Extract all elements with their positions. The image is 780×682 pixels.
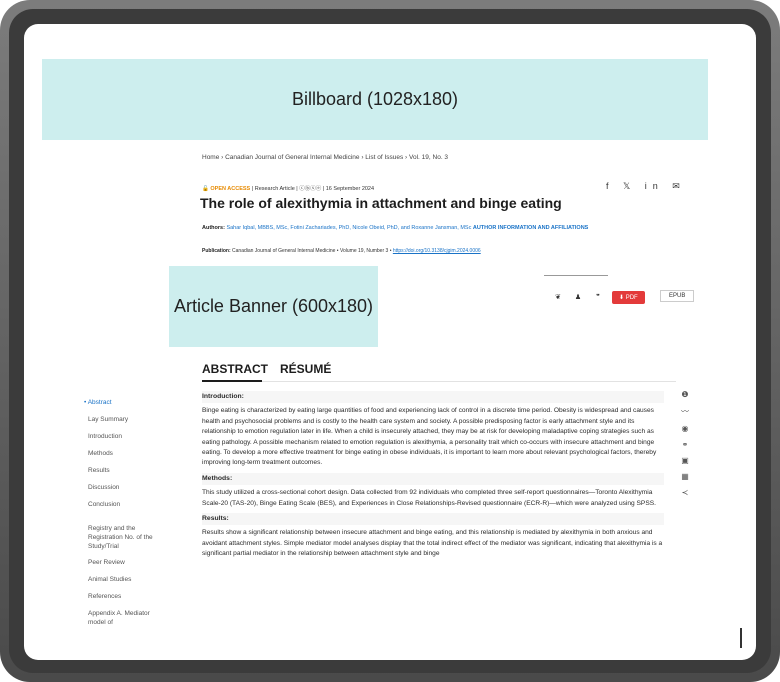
- nav-item-registry[interactable]: Registry and the Registration No. of the…: [88, 524, 169, 558]
- section-nav: • Abstract Lay Summary Introduction Meth…: [84, 398, 169, 626]
- share-icon[interactable]: ≺: [682, 488, 689, 497]
- nav-item-methods[interactable]: Methods: [88, 449, 169, 466]
- nav-item-lay-summary[interactable]: Lay Summary: [88, 415, 169, 432]
- doi-link[interactable]: https://doi.org/10.3138/cjgim.2024.0006: [393, 248, 481, 254]
- article-meta: 🔓 OPEN ACCESS | Research Article | ⓒⓑⓢⓔ …: [202, 184, 374, 192]
- share-icons[interactable]: f 𝕏 in ✉: [606, 181, 686, 192]
- authors-label: Authors:: [202, 225, 225, 231]
- article-toolbar: ❦ ♟ ❞ ⬇ PDF: [552, 290, 645, 304]
- tab-resume[interactable]: RÉSUMÉ: [280, 362, 331, 376]
- breadcrumb[interactable]: Home › Canadian Journal of General Inter…: [202, 154, 448, 161]
- results-text: Results show a significant relationship …: [202, 529, 663, 558]
- divider: [544, 275, 608, 276]
- article-banner-ad[interactable]: Article Banner (600x180): [169, 266, 378, 347]
- scrollbar[interactable]: [740, 628, 742, 648]
- publication-line: Publication: Canadian Journal of General…: [202, 248, 481, 254]
- permissions-icon[interactable]: ❦: [552, 291, 564, 303]
- article-side-tools: ❶ 〰 ◉ ⚭ ▣ ▦ ≺: [678, 390, 692, 497]
- screen: Billboard (1028x180) Home › Canadian Jou…: [24, 24, 756, 660]
- cite-icon[interactable]: ❞: [592, 291, 604, 303]
- save-icon[interactable]: ▣: [681, 456, 689, 465]
- methods-heading: Methods:: [202, 474, 233, 482]
- article-meta-text: | Research Article | ⓒⓑⓢⓔ | 16 September…: [251, 186, 375, 192]
- billboard-ad[interactable]: Billboard (1028x180): [42, 59, 708, 140]
- view-icon[interactable]: ◉: [682, 424, 689, 433]
- nav-item-results[interactable]: Results: [88, 466, 169, 483]
- abstract-content: Introduction: Binge eating is characteri…: [202, 391, 664, 564]
- tab-abstract[interactable]: ABSTRACT: [202, 362, 268, 376]
- bookmark-icon[interactable]: ♟: [572, 291, 584, 303]
- results-heading: Results:: [202, 515, 229, 523]
- abstract-tabs: ABSTRACT RÉSUMÉ: [202, 362, 331, 376]
- nav-item-appendix-a[interactable]: Appendix A. Mediator model of: [88, 609, 169, 626]
- metrics-icon[interactable]: 〰: [681, 406, 689, 417]
- nav-item-conclusion[interactable]: Conclusion: [88, 500, 169, 524]
- pdf-button[interactable]: ⬇ PDF: [612, 290, 645, 304]
- nav-item-peer-review[interactable]: Peer Review: [88, 558, 169, 575]
- nav-item-animal-studies[interactable]: Animal Studies: [88, 575, 169, 592]
- active-tab-indicator: [202, 380, 262, 382]
- article-title: The role of alexithymia in attachment an…: [200, 195, 562, 211]
- publication-text: Canadian Journal of General Internal Med…: [232, 248, 392, 254]
- methods-text: This study utilized a cross-sectional co…: [202, 489, 656, 507]
- table-icon[interactable]: ▦: [681, 472, 689, 481]
- nav-item-abstract[interactable]: • Abstract: [84, 398, 169, 415]
- nav-item-discussion[interactable]: Discussion: [88, 483, 169, 500]
- intro-heading: Introduction:: [202, 393, 244, 400]
- publication-label: Publication:: [202, 248, 231, 254]
- author-info-link[interactable]: AUTHOR INFORMATION AND AFFILIATIONS: [473, 225, 589, 231]
- nav-item-references[interactable]: References: [88, 592, 169, 609]
- epub-button[interactable]: EPUB: [660, 290, 695, 302]
- authors-list[interactable]: Sahar Iqbal, MBBS, MSc, Fotini Zachariad…: [226, 225, 471, 231]
- authors: Authors: Sahar Iqbal, MBBS, MSc, Fotini …: [202, 224, 647, 232]
- intro-text: Binge eating is characterized by eating …: [202, 407, 657, 467]
- tab-rule: [202, 381, 676, 382]
- link-icon[interactable]: ⚭: [682, 440, 689, 449]
- open-access-badge: 🔓 OPEN ACCESS: [202, 186, 251, 192]
- nav-item-introduction[interactable]: Introduction: [88, 432, 169, 449]
- info-icon[interactable]: ❶: [681, 390, 688, 399]
